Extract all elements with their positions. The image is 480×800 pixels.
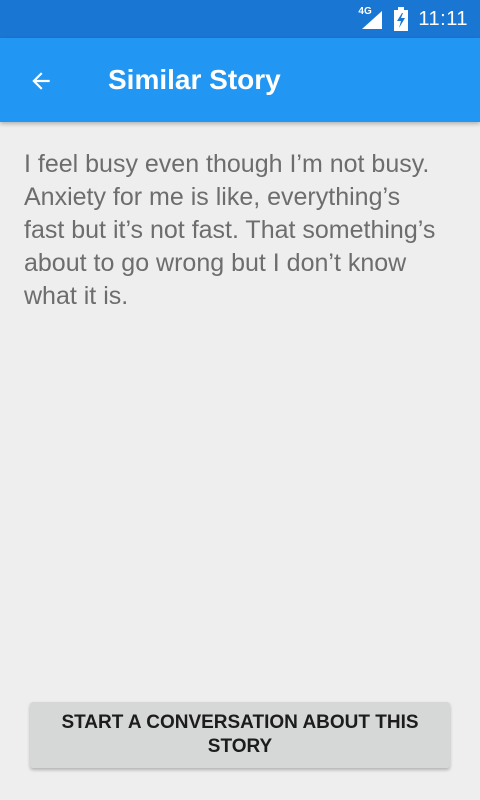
arrow-back-icon: [32, 72, 50, 90]
status-bar: 4G 11:11: [0, 0, 480, 38]
signal-indicator: 4G: [358, 7, 384, 31]
app-bar: Similar Story: [0, 38, 480, 122]
back-button[interactable]: [18, 58, 64, 104]
signal-icon: [362, 11, 383, 29]
start-conversation-button[interactable]: START A CONVERSATION ABOUT THIS STORY: [30, 702, 450, 768]
status-time: 11:11: [418, 7, 468, 30]
battery-charging-icon: [394, 7, 409, 31]
story-text: I feel busy even though I’m not busy. An…: [24, 150, 436, 310]
page-title: Similar Story: [108, 64, 281, 95]
status-icons: 4G 11:11: [358, 0, 468, 38]
